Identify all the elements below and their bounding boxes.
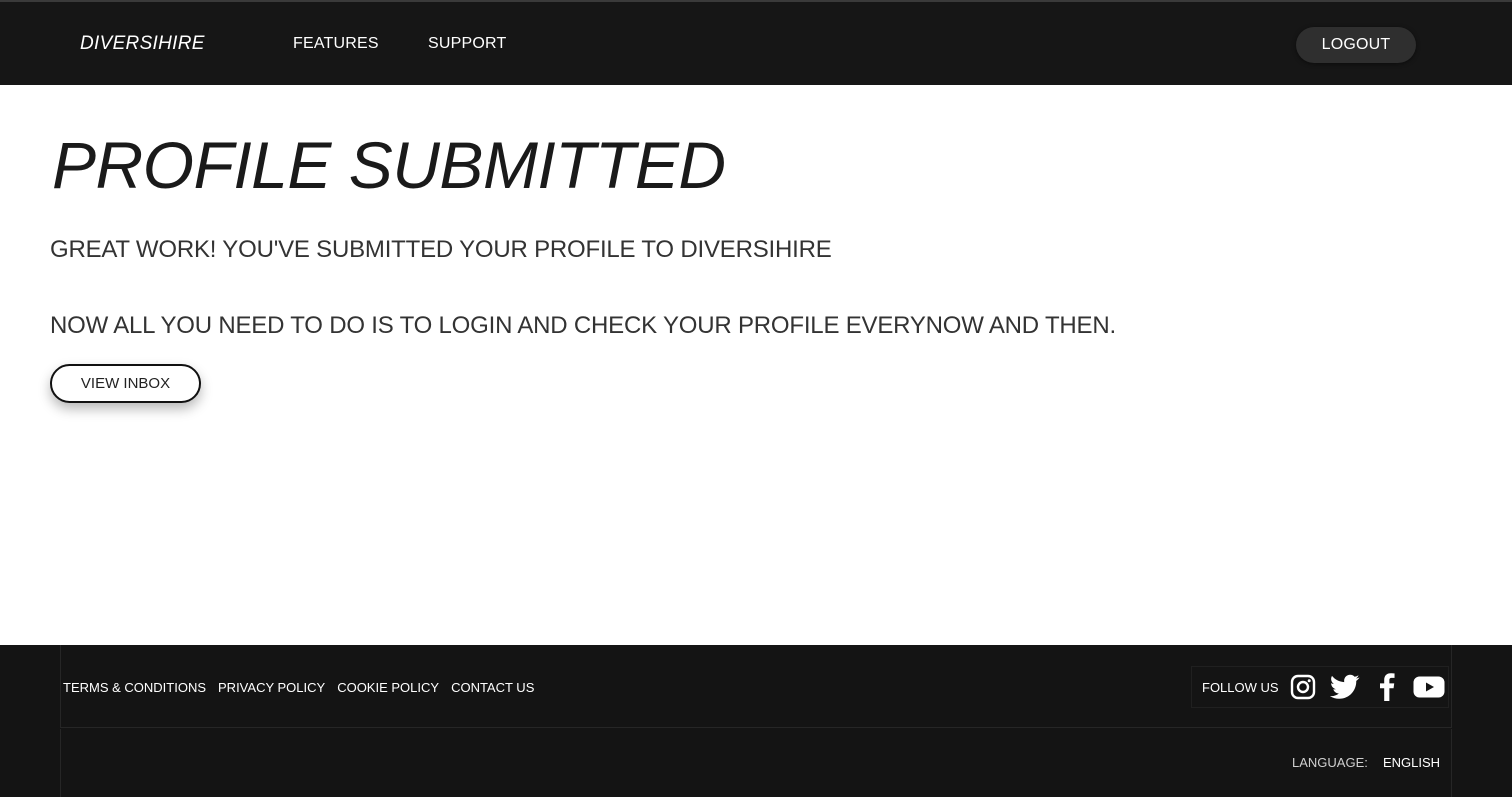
footer: TERMS & CONDITIONS PRIVACY POLICY COOKIE… bbox=[0, 645, 1512, 797]
page: DIVERSIHIRE FEATURES SUPPORT LOGOUT PROF… bbox=[0, 0, 1512, 797]
footer-bottom-row: LANGUAGE: ENGLISH bbox=[60, 729, 1452, 797]
youtube-icon[interactable] bbox=[1411, 669, 1447, 705]
instruction-message: NOW ALL YOU NEED TO DO IS TO LOGIN AND C… bbox=[50, 312, 1116, 339]
footer-links: TERMS & CONDITIONS PRIVACY POLICY COOKIE… bbox=[63, 680, 534, 695]
instagram-icon[interactable] bbox=[1285, 669, 1321, 705]
footer-top-row: TERMS & CONDITIONS PRIVACY POLICY COOKIE… bbox=[60, 645, 1452, 728]
language-selector[interactable]: ENGLISH bbox=[1383, 755, 1440, 770]
brand-logo[interactable]: DIVERSIHIRE bbox=[80, 33, 205, 55]
cookie-policy-link[interactable]: COOKIE POLICY bbox=[337, 680, 439, 695]
success-message: GREAT WORK! YOU'VE SUBMITTED YOUR PROFIL… bbox=[50, 236, 832, 263]
language-label: LANGUAGE: bbox=[1292, 755, 1368, 770]
nav-support-link[interactable]: SUPPORT bbox=[428, 35, 506, 53]
follow-us-section: FOLLOW US bbox=[1191, 666, 1449, 708]
facebook-icon[interactable] bbox=[1369, 669, 1405, 705]
privacy-policy-link[interactable]: PRIVACY POLICY bbox=[218, 680, 325, 695]
terms-link[interactable]: TERMS & CONDITIONS bbox=[63, 680, 206, 695]
follow-us-label: FOLLOW US bbox=[1202, 679, 1279, 695]
top-navbar: DIVERSIHIRE FEATURES SUPPORT LOGOUT bbox=[0, 0, 1512, 85]
view-inbox-button[interactable]: VIEW INBOX bbox=[50, 364, 201, 403]
nav-features-link[interactable]: FEATURES bbox=[293, 35, 379, 53]
contact-us-link[interactable]: CONTACT US bbox=[451, 680, 534, 695]
logout-button[interactable]: LOGOUT bbox=[1296, 27, 1416, 63]
page-title: PROFILE SUBMITTED bbox=[52, 128, 726, 202]
twitter-icon[interactable] bbox=[1327, 669, 1363, 705]
